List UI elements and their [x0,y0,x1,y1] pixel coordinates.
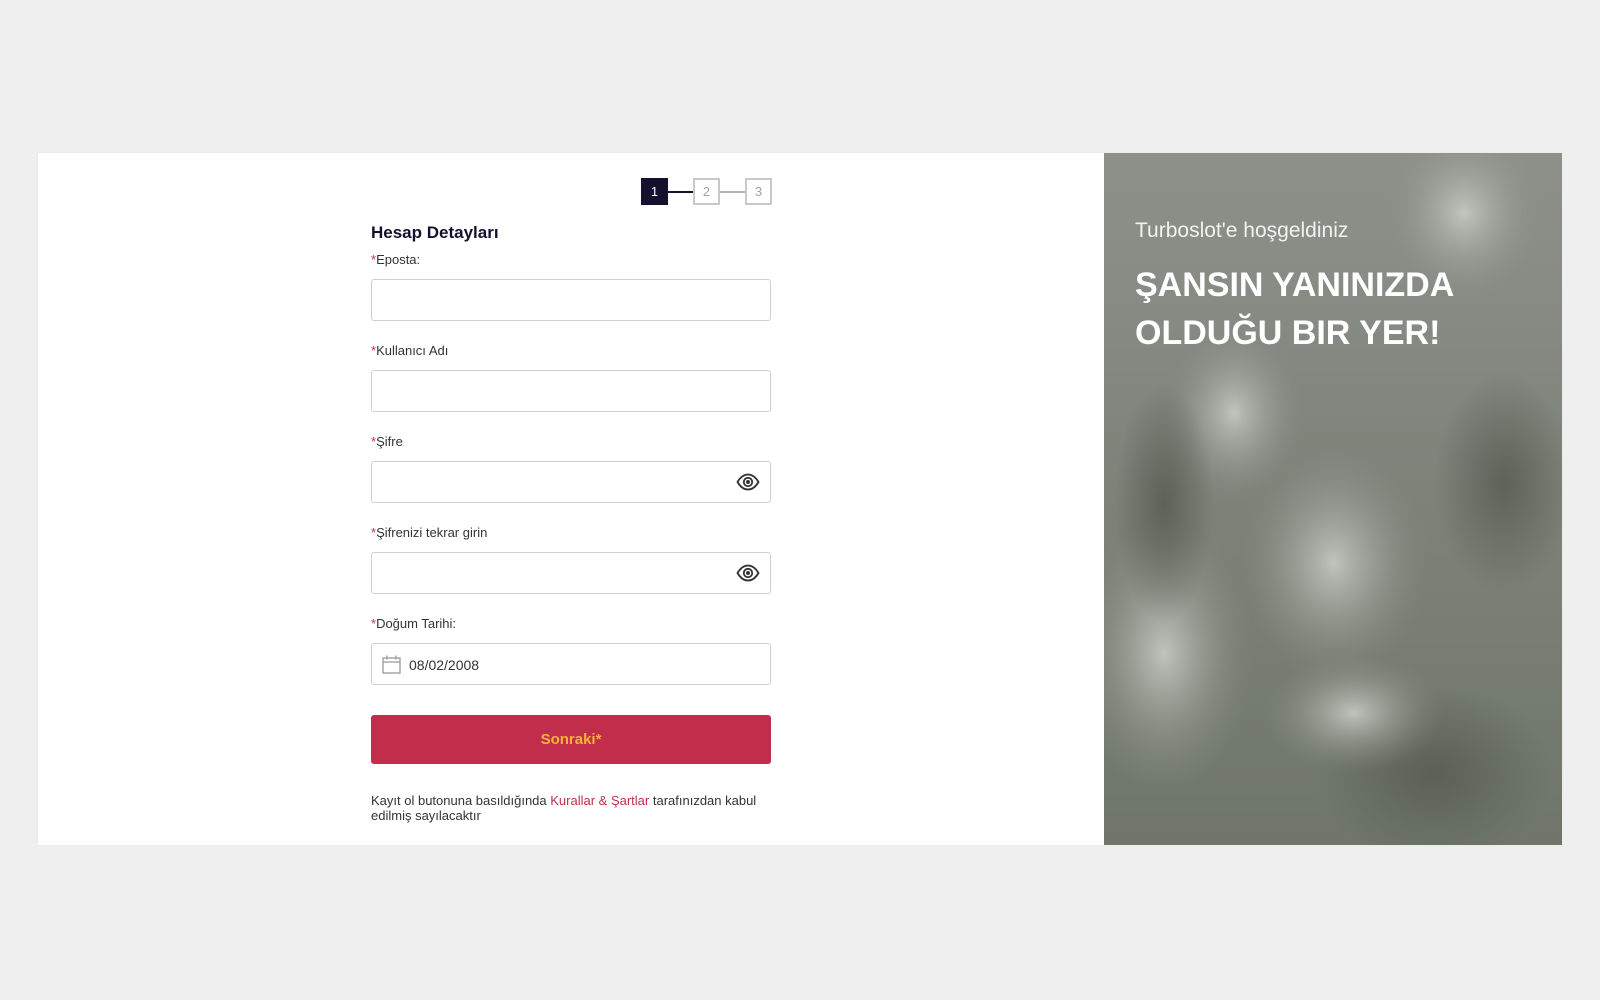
birth-date-label: *Doğum Tarihi: [371,615,771,633]
birth-date-label-text: Doğum Tarihi: [376,616,457,631]
email-field-group: *Eposta: [371,251,771,321]
password-confirm-label-text: Şifrenizi tekrar girin [376,525,488,540]
terms-link[interactable]: Kurallar & Şartlar [550,793,649,808]
terms-notice: Kayıt ol butonuna basıldığında Kurallar … [371,793,771,823]
birth-date-field-group: *Doğum Tarihi: 08/02/2008 [371,615,771,685]
hero-headline: ŞANSIN YANINIZDA OLDUĞU BIR YER! [1135,266,1454,352]
registration-modal: 1 2 3 Hesap Detayları *Eposta: *Kullanıc… [38,153,1562,845]
step-2: 2 [693,178,720,205]
step-3: 3 [745,178,772,205]
username-label-text: Kullanıcı Adı [376,343,449,358]
password-field-group: *Şifre [371,433,771,503]
step-connector [720,190,745,193]
eye-icon[interactable] [736,472,760,492]
password-input[interactable] [371,461,771,503]
birth-date-value: 08/02/2008 [409,657,480,673]
password-label-text: Şifre [376,434,403,449]
password-confirm-label: *Şifrenizi tekrar girin [371,524,771,542]
password-label: *Şifre [371,433,771,451]
calendar-icon [382,655,401,674]
section-title: Hesap Detayları [371,223,499,242]
birth-date-input[interactable]: 08/02/2008 [371,643,771,685]
username-field-group: *Kullanıcı Adı [371,342,771,412]
step-connector [668,190,693,193]
crowd-photo [1104,153,1562,845]
eye-icon[interactable] [736,563,760,583]
hero-panel: Turboslot'e hoşgeldiniz ŞANSIN YANINIZDA… [1104,153,1562,845]
email-input[interactable] [371,279,771,321]
username-input[interactable] [371,370,771,412]
hero-welcome-text: Turboslot'e hoşgeldiniz [1135,219,1349,242]
email-label: *Eposta: [371,251,771,269]
password-confirm-field-group: *Şifrenizi tekrar girin [371,524,771,594]
step-1: 1 [641,178,668,205]
password-confirm-input[interactable] [371,552,771,594]
terms-prefix: Kayıt ol butonuna basıldığında [371,793,551,808]
email-label-text: Eposta: [376,252,421,267]
next-button[interactable]: Sonraki* [371,715,771,764]
step-indicator: 1 2 3 [641,178,772,205]
username-label: *Kullanıcı Adı [371,342,771,360]
